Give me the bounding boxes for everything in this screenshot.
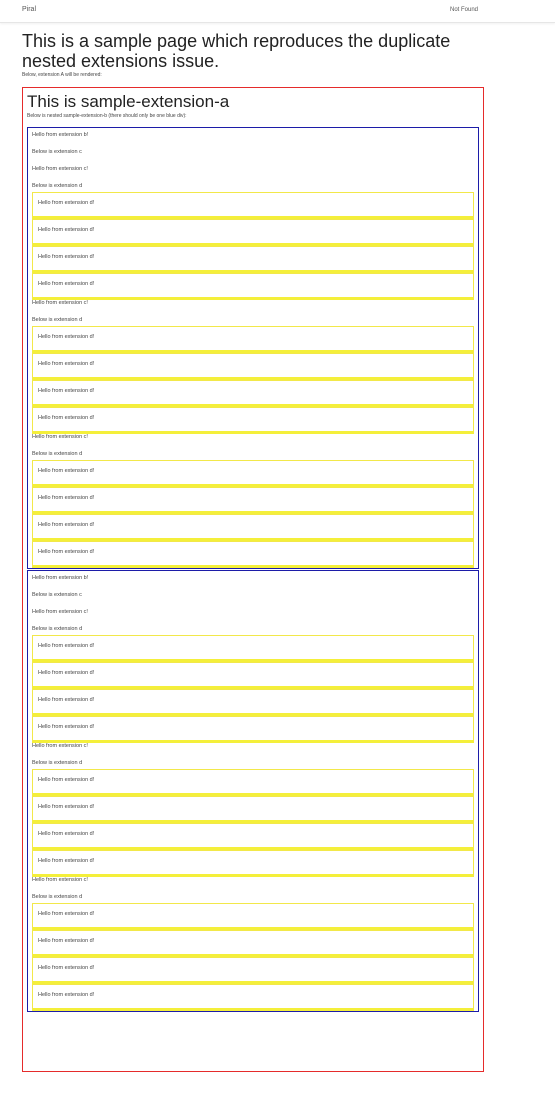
extension-c-below-d: Below is extension d: [32, 317, 83, 323]
extension-d-box: Hello from extension d!: [32, 219, 474, 246]
extension-d-box: Hello from extension d!: [32, 407, 474, 434]
extension-d-box: Hello from extension d!: [32, 716, 474, 743]
extension-c-block: Hello from extension c! Below is extensi…: [32, 300, 474, 434]
extension-d-box: Hello from extension d!: [32, 635, 474, 662]
top-navbar: Piral Not Found: [0, 0, 555, 23]
page-title: This is a sample page which reproduces t…: [22, 31, 451, 71]
extension-d-box: Hello from extension d!: [32, 326, 474, 353]
extension-c-below-d: Below is extension d: [32, 183, 83, 189]
extension-c-block: Hello from extension c! Below is extensi…: [32, 434, 474, 568]
extension-d-box: Hello from extension d!: [32, 984, 474, 1011]
page-content: This is a sample page which reproduces t…: [22, 31, 484, 1072]
extension-d-box: Hello from extension d!: [32, 353, 474, 380]
extension-d-box: Hello from extension d!: [32, 192, 474, 219]
extension-d-box: Hello from extension d!: [32, 514, 474, 541]
extension-d-box: Hello from extension d!: [32, 246, 474, 273]
extension-b-box: Hello from extension b! Below is extensi…: [27, 127, 479, 569]
extension-d-box: Hello from extension d!: [32, 273, 474, 300]
extension-c-block: Hello from extension c! Below is extensi…: [32, 166, 474, 300]
extension-c-below-d: Below is extension d: [32, 626, 83, 632]
extension-a-title: This is sample-extension-a: [27, 92, 230, 111]
extension-d-box: Hello from extension d!: [32, 662, 474, 689]
extension-a-box: This is sample-extension-a Below is nest…: [22, 87, 484, 1072]
extension-d-box: Hello from extension d!: [32, 460, 474, 487]
extension-d-box: Hello from extension d!: [32, 769, 474, 796]
extension-c-block: Hello from extension c! Below is extensi…: [32, 877, 474, 1011]
extension-d-box: Hello from extension d!: [32, 689, 474, 716]
extension-d-box: Hello from extension d!: [32, 850, 474, 877]
extension-d-box: Hello from extension d!: [32, 796, 474, 823]
extension-c-block: Hello from extension c! Below is extensi…: [32, 609, 474, 743]
not-found-link[interactable]: Not Found: [450, 7, 478, 13]
extension-b-box: Hello from extension b! Below is extensi…: [27, 570, 479, 1012]
extension-c-below-d: Below is extension d: [32, 451, 83, 457]
extension-d-box: Hello from extension d!: [32, 903, 474, 930]
extension-d-box: Hello from extension d!: [32, 541, 474, 568]
page-subtitle: Below, extension A will be rendered:: [22, 72, 102, 78]
extension-d-box: Hello from extension d!: [32, 380, 474, 407]
extension-d-box: Hello from extension d!: [32, 487, 474, 514]
extension-d-box: Hello from extension d!: [32, 957, 474, 984]
extension-d-box: Hello from extension d!: [32, 930, 474, 957]
extension-c-block: Hello from extension c! Below is extensi…: [32, 743, 474, 877]
extension-a-note: Below is nested sample-extension-b (ther…: [27, 113, 187, 119]
extension-c-below-d: Below is extension d: [32, 894, 83, 900]
extension-c-below-d: Below is extension d: [32, 760, 83, 766]
extension-d-box: Hello from extension d!: [32, 823, 474, 850]
brand-link[interactable]: Piral: [22, 6, 36, 13]
